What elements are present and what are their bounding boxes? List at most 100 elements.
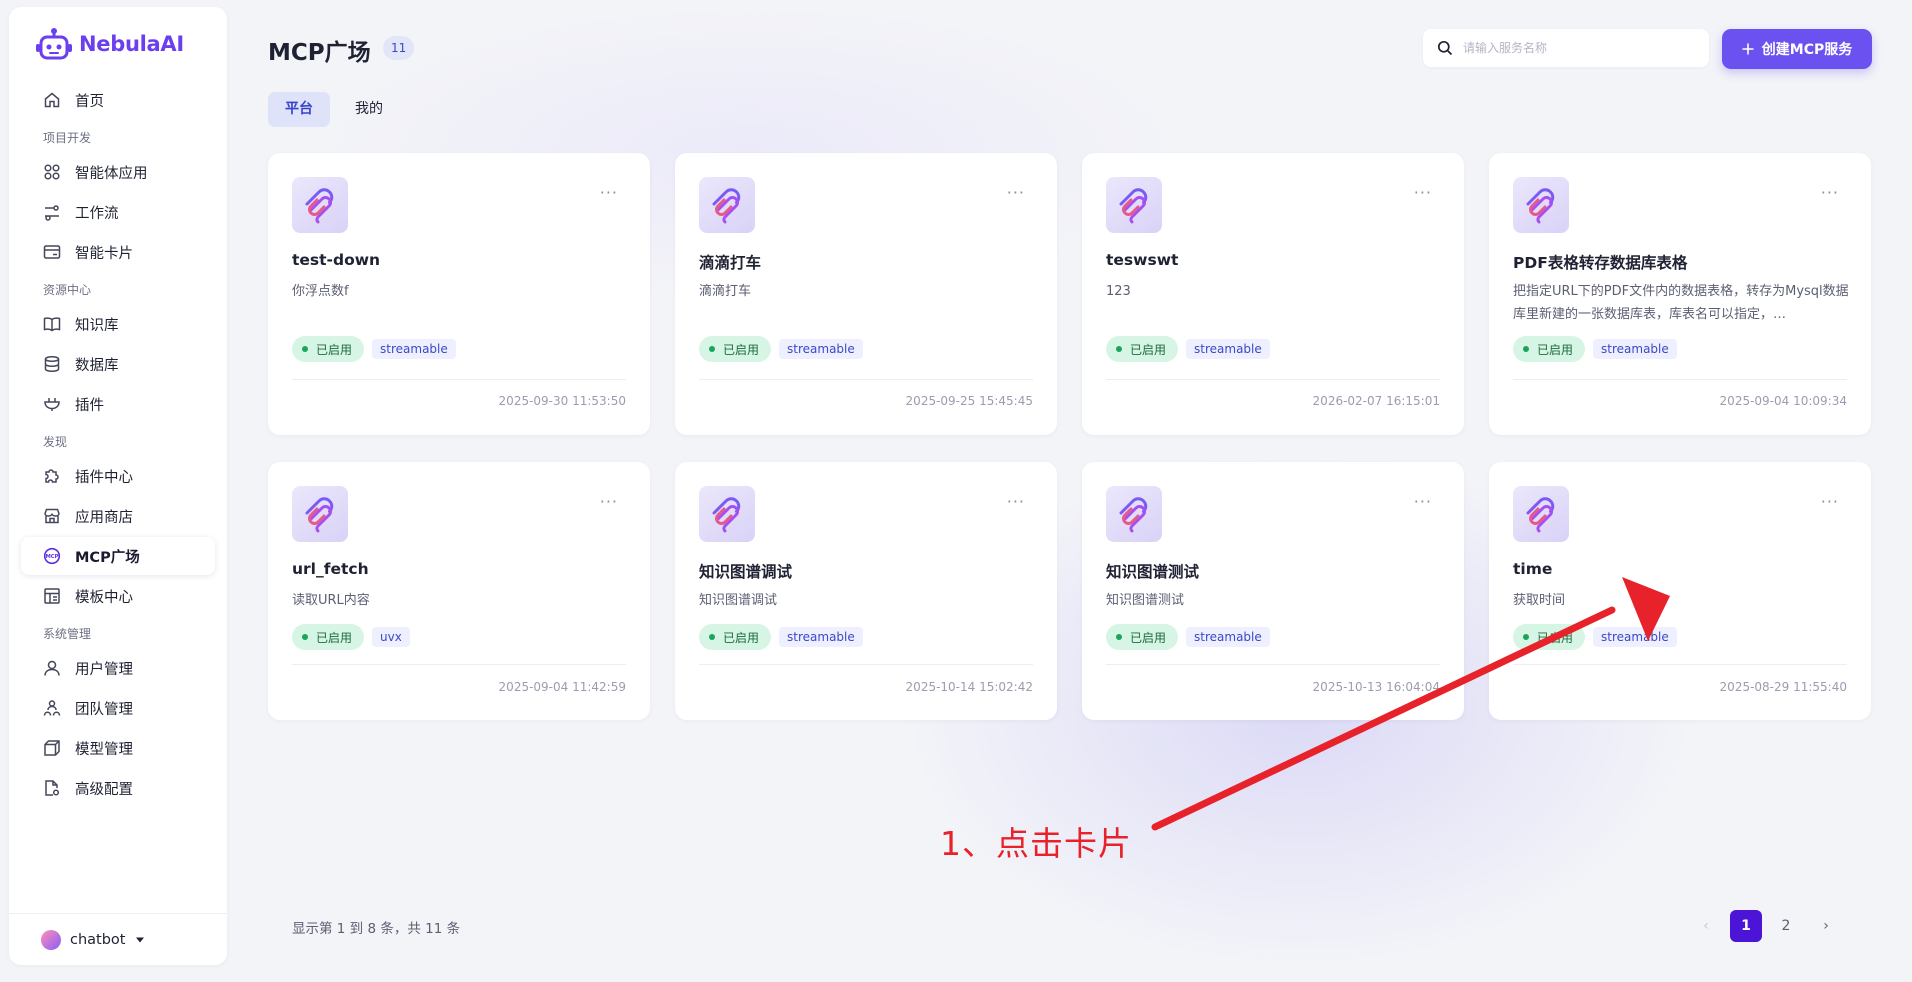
status-dot-icon bbox=[1116, 634, 1122, 640]
sidebar-item-label: 插件 bbox=[75, 397, 104, 414]
card-icon-box bbox=[699, 177, 755, 233]
card-timestamp: 2025-09-30 11:53:50 bbox=[498, 394, 626, 408]
status-dot-icon bbox=[1523, 346, 1529, 352]
brand-logo[interactable]: NebulaAI bbox=[35, 27, 184, 61]
sidebar-item-agent-apps[interactable]: 智能体应用 bbox=[21, 153, 215, 191]
sidebar-item-label: 应用商店 bbox=[75, 509, 133, 526]
sidebar-item-label: 数据库 bbox=[75, 357, 119, 374]
create-mcp-button[interactable]: 创建MCP服务 bbox=[1722, 29, 1872, 69]
sidebar-item-knowledge-base[interactable]: 知识库 bbox=[21, 305, 215, 343]
more-options-icon[interactable]: ··· bbox=[1821, 183, 1839, 202]
status-text: 已启用 bbox=[1537, 630, 1574, 645]
card-divider bbox=[699, 664, 1033, 665]
card-divider bbox=[1513, 664, 1847, 665]
card-icon-box bbox=[1106, 177, 1162, 233]
sidebar-item-smart-card[interactable]: 智能卡片 bbox=[21, 233, 215, 271]
card-divider bbox=[292, 664, 626, 665]
sidebar-item-label: 智能卡片 bbox=[75, 245, 133, 262]
mcp-logo-icon bbox=[1526, 188, 1555, 224]
sidebar-nav: 首页 项目开发 智能体应用 工作流 智能卡片 资源中心 知识库 数据库 插件 发… bbox=[21, 81, 215, 809]
more-options-icon[interactable]: ··· bbox=[1821, 492, 1839, 511]
mcp-card[interactable]: ··· 知识图谱测试 知识图谱测试 已启用 streamable 2025-10-13 1… bbox=[1082, 462, 1464, 720]
prev-page-button[interactable]: ‹ bbox=[1690, 910, 1722, 942]
mcp-icon: MCP bbox=[43, 547, 61, 565]
sidebar-item-database[interactable]: 数据库 bbox=[21, 345, 215, 383]
card-description: 123 bbox=[1106, 284, 1131, 299]
card-icon bbox=[43, 245, 61, 259]
status-dot-icon bbox=[709, 346, 715, 352]
mcp-card[interactable]: ··· 知识图谱调试 知识图谱调试 已启用 streamable 2025-10-14 1… bbox=[675, 462, 1057, 720]
workflow-icon bbox=[45, 205, 59, 221]
search-box[interactable] bbox=[1423, 29, 1709, 67]
database-icon bbox=[44, 355, 60, 373]
card-title: PDF表格转存数据库表格 bbox=[1513, 254, 1688, 272]
puzzle-icon bbox=[45, 469, 59, 483]
search-input[interactable] bbox=[1463, 41, 1683, 55]
sidebar-item-user-management[interactable]: 用户管理 bbox=[21, 649, 215, 687]
page-2-button[interactable]: 2 bbox=[1770, 910, 1802, 942]
card-icon-box bbox=[1106, 486, 1162, 542]
page-1-button[interactable]: 1 bbox=[1730, 910, 1762, 942]
more-options-icon[interactable]: ··· bbox=[1007, 183, 1025, 202]
card-title: 知识图谱调试 bbox=[699, 563, 793, 581]
tab-mine[interactable]: 我的 bbox=[338, 92, 400, 127]
caret-down-icon bbox=[135, 937, 144, 942]
protocol-tag: streamable bbox=[1186, 627, 1270, 647]
status-text: 已启用 bbox=[1130, 630, 1167, 645]
sidebar-item-workflow[interactable]: 工作流 bbox=[21, 193, 215, 231]
card-tags: 已启用 streamable bbox=[292, 336, 456, 362]
sidebar-item-label: MCP广场 bbox=[75, 549, 140, 566]
mcp-card[interactable]: ··· PDF表格转存数据库表格 把指定URL下的PDF文件内的数据表格，转存为My… bbox=[1489, 153, 1871, 435]
sidebar-item-template-center[interactable]: 模板中心 bbox=[21, 577, 215, 615]
mcp-card[interactable]: ··· teswswt 123 已启用 streamable 2026-02-07 16:… bbox=[1082, 153, 1464, 435]
mcp-card[interactable]: ··· test-down 你浮点数f 已启用 streamable 2025-09-30… bbox=[268, 153, 650, 435]
card-title: url_fetch bbox=[292, 560, 369, 578]
card-tags: 已启用 uvx bbox=[292, 624, 410, 650]
sidebar-item-plugin[interactable]: 插件 bbox=[21, 385, 215, 423]
page-title: MCP广场 bbox=[268, 40, 371, 66]
more-options-icon[interactable]: ··· bbox=[1414, 183, 1432, 202]
card-divider bbox=[1106, 664, 1440, 665]
more-options-icon[interactable]: ··· bbox=[600, 183, 618, 202]
status-text: 已启用 bbox=[1537, 342, 1574, 357]
card-timestamp: 2025-09-25 15:45:45 bbox=[905, 394, 1033, 408]
sidebar-item-label: 模板中心 bbox=[75, 589, 133, 606]
status-badge: 已启用 bbox=[1106, 624, 1179, 650]
protocol-tag: uvx bbox=[372, 627, 410, 647]
card-tags: 已启用 streamable bbox=[699, 336, 863, 362]
card-timestamp: 2025-09-04 11:42:59 bbox=[498, 680, 626, 694]
card-timestamp: 2025-09-04 10:09:34 bbox=[1719, 394, 1847, 408]
card-tags: 已启用 streamable bbox=[1513, 336, 1677, 362]
card-title: test-down bbox=[292, 251, 381, 269]
sidebar-item-home[interactable]: 首页 bbox=[21, 81, 215, 119]
card-tags: 已启用 streamable bbox=[1513, 624, 1677, 650]
status-dot-icon bbox=[302, 346, 308, 352]
more-options-icon[interactable]: ··· bbox=[600, 492, 618, 511]
sidebar-item-mcp-plaza[interactable]: MCP MCP广场 bbox=[21, 537, 215, 575]
tab-bar: 平台 我的 bbox=[268, 92, 400, 127]
team-icon bbox=[43, 700, 61, 716]
card-timestamp: 2026-02-07 16:15:01 bbox=[1312, 394, 1440, 408]
user-menu[interactable]: chatbot bbox=[9, 913, 227, 965]
protocol-tag: streamable bbox=[1593, 339, 1677, 359]
more-options-icon[interactable]: ··· bbox=[1414, 492, 1432, 511]
next-page-button[interactable]: › bbox=[1810, 910, 1842, 942]
card-tags: 已启用 streamable bbox=[1106, 336, 1270, 362]
book-icon bbox=[43, 317, 61, 332]
tab-platform[interactable]: 平台 bbox=[268, 92, 330, 127]
sidebar-item-model-management[interactable]: 模型管理 bbox=[21, 729, 215, 767]
robot-logo-icon bbox=[36, 28, 72, 60]
protocol-tag: streamable bbox=[1593, 627, 1677, 647]
sidebar-item-plugin-center[interactable]: 插件中心 bbox=[21, 457, 215, 495]
nav-group-label: 项目开发 bbox=[43, 131, 92, 145]
sidebar-item-app-store[interactable]: 应用商店 bbox=[21, 497, 215, 535]
mcp-card[interactable]: ··· url_fetch 读取URL内容 已启用 uvx 2025-09-04 11:4… bbox=[268, 462, 650, 720]
sidebar-item-team-management[interactable]: 团队管理 bbox=[21, 689, 215, 727]
card-divider bbox=[699, 379, 1033, 380]
status-badge: 已启用 bbox=[1513, 624, 1586, 650]
sidebar-item-label: 插件中心 bbox=[75, 469, 133, 486]
sidebar-item-advanced-config[interactable]: 高级配置 bbox=[21, 769, 215, 807]
mcp-card[interactable]: ··· 滴滴打车 滴滴打车 已启用 streamable 2025-09-25 15:45… bbox=[675, 153, 1057, 435]
mcp-card[interactable]: ··· time 获取时间 已启用 streamable 2025-08-29 11:55… bbox=[1489, 462, 1871, 720]
more-options-icon[interactable]: ··· bbox=[1007, 492, 1025, 511]
